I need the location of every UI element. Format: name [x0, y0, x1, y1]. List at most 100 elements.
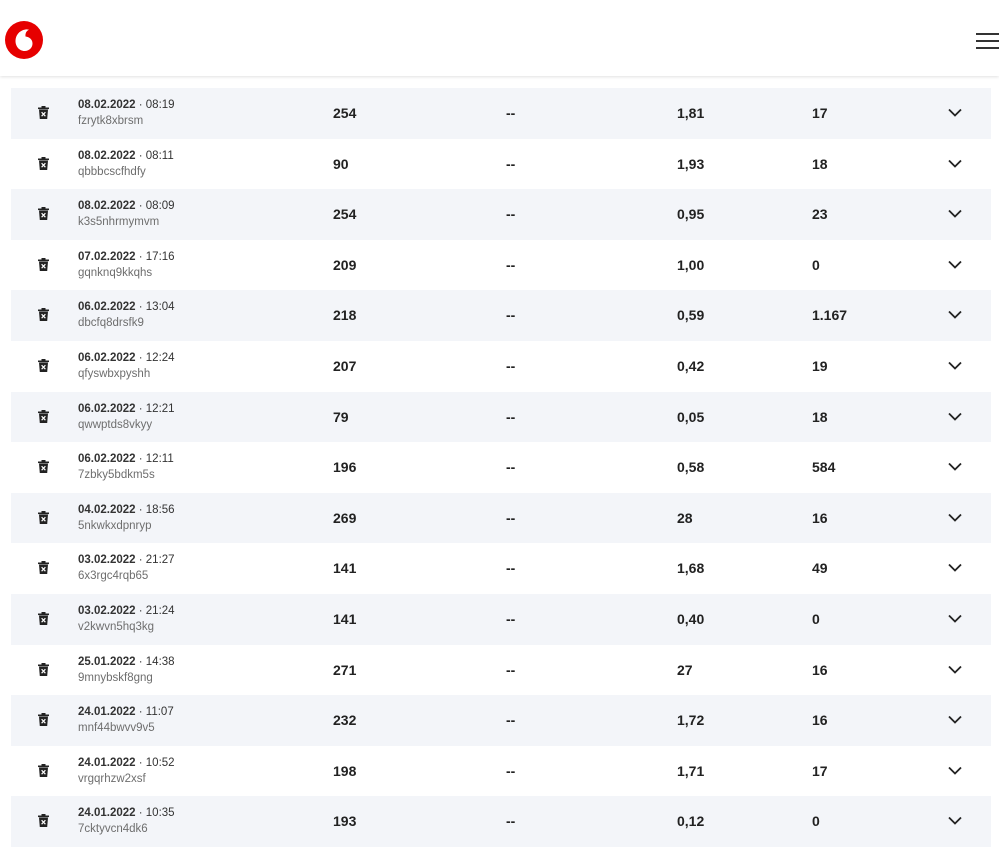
- row-time: · 08:11: [138, 149, 174, 162]
- row-value-4: 0: [812, 610, 820, 627]
- row-value-3: 0,40: [677, 610, 705, 627]
- list-item[interactable]: 03.02.2022 · 21:24 v2kwvn5hq3kg 141 -- 0…: [11, 593, 991, 645]
- row-value-1: 218: [333, 307, 357, 324]
- row-value-2: --: [506, 105, 516, 121]
- chevron-down-icon[interactable]: [948, 816, 962, 826]
- row-value-3: 1,72: [677, 712, 705, 729]
- row-time: · 10:35: [138, 807, 175, 820]
- list-item[interactable]: 08.02.2022 · 08:19 fzrytk8xbrsm 254 -- 1…: [11, 88, 991, 139]
- list-item[interactable]: 06.02.2022 · 12:21 qwwptds8vkyy 79 -- 0,…: [11, 391, 991, 443]
- row-date: 06.02.2022: [78, 351, 136, 364]
- row-code: qwwptds8vkyy: [78, 418, 153, 431]
- row-datetime: 06.02.2022 · 12:21: [78, 402, 175, 416]
- list-item[interactable]: 06.02.2022 · 13:04 dbcfq8drsfk9 218 -- 0…: [11, 290, 991, 341]
- row-value-1: 232: [333, 712, 357, 729]
- row-value-3: 0,58: [677, 459, 705, 476]
- row-time: · 08:09: [138, 200, 175, 213]
- list-item[interactable]: 08.02.2022 · 08:11 qbbbcscfhdfy 90 -- 1,…: [11, 139, 991, 190]
- row-value-2: --: [506, 155, 516, 172]
- chevron-down-icon[interactable]: [948, 159, 962, 168]
- chevron-down-icon[interactable]: [948, 766, 962, 775]
- row-code: vrgqrhzw2xsf: [78, 772, 146, 785]
- trash-icon[interactable]: [38, 713, 49, 727]
- chevron-down-icon[interactable]: [948, 614, 962, 623]
- list-item[interactable]: 04.02.2022 · 18:56 5nkwkxdpnryp 269 -- 2…: [11, 492, 991, 544]
- trash-icon[interactable]: [38, 409, 49, 423]
- row-datetime: 08.02.2022 · 08:09: [78, 199, 175, 213]
- row-value-1: 141: [333, 560, 357, 577]
- trash-icon[interactable]: [38, 662, 49, 676]
- row-date: 24.01.2022: [78, 807, 136, 820]
- trash-icon[interactable]: [38, 510, 49, 524]
- row-value-3: 1,00: [677, 256, 705, 273]
- row-value-2: --: [506, 307, 516, 324]
- row-value-3: 0,42: [677, 357, 705, 374]
- list-item[interactable]: 07.02.2022 · 17:16 gqnknq9kkqhs 209 -- 1…: [11, 240, 991, 291]
- row-datetime: 24.01.2022 · 11:07: [78, 705, 174, 719]
- row-value-1: 271: [333, 661, 357, 678]
- list-item[interactable]: 25.01.2022 · 14:38 9mnybskf8gng 271 -- 2…: [11, 645, 991, 696]
- chevron-down-icon[interactable]: [948, 361, 962, 370]
- chevron-down-icon[interactable]: [948, 462, 962, 471]
- list-item[interactable]: 06.02.2022 · 12:24 qfyswbxpyshh 207 -- 0…: [11, 341, 991, 392]
- chevron-down-icon[interactable]: [948, 715, 962, 724]
- list-item[interactable]: 03.02.2022 · 21:27 6x3rgc4rqb65 141 -- 1…: [11, 543, 991, 594]
- list-item[interactable]: 06.02.2022 · 12:11 7zbky5bdkm5s 196 -- 0…: [11, 442, 991, 493]
- row-value-4: 18: [812, 155, 828, 172]
- row-value-2: --: [506, 206, 516, 223]
- row-value-1: 269: [333, 509, 357, 526]
- chevron-down-icon[interactable]: [948, 513, 962, 522]
- row-datetime: 08.02.2022 · 08:19: [78, 98, 175, 112]
- row-date: 08.02.2022: [78, 200, 136, 213]
- row-value-3: 27: [677, 661, 693, 678]
- trash-icon[interactable]: [38, 257, 49, 271]
- row-value-4: 0: [812, 256, 820, 273]
- trash-icon[interactable]: [38, 814, 49, 828]
- row-date: 25.01.2022: [78, 655, 136, 668]
- row-datetime: 03.02.2022 · 21:24: [78, 604, 175, 618]
- row-date: 06.02.2022: [78, 402, 136, 415]
- row-value-4: 17: [812, 105, 828, 121]
- row-value-4: 584: [812, 459, 836, 476]
- trash-icon[interactable]: [38, 207, 49, 221]
- list-item[interactable]: 08.02.2022 · 08:09 k3s5nhrmymvm 254 -- 0…: [11, 189, 991, 240]
- row-code: 7zbky5bdkm5s: [78, 469, 155, 482]
- chevron-down-icon[interactable]: [948, 563, 962, 573]
- chevron-down-icon[interactable]: [948, 209, 962, 218]
- row-value-1: 196: [333, 459, 357, 476]
- hamburger-menu-icon[interactable]: [976, 33, 999, 50]
- chevron-down-icon[interactable]: [948, 108, 962, 117]
- list-item[interactable]: 24.01.2022 · 10:35 7cktyvcn4dk6 193 -- 0…: [11, 796, 991, 847]
- row-code: qbbbcscfhdfy: [78, 165, 146, 178]
- trash-icon[interactable]: [38, 611, 49, 625]
- row-code: 9mnybskf8gng: [78, 671, 153, 684]
- chevron-down-icon[interactable]: [948, 665, 962, 674]
- row-time: · 21:24: [138, 604, 175, 617]
- row-time: · 12:11: [138, 453, 174, 466]
- row-datetime: 06.02.2022 · 12:24: [78, 351, 175, 365]
- list-item[interactable]: 24.01.2022 · 11:07 mnf44bwvv9v5 232 -- 1…: [11, 695, 991, 746]
- trash-icon[interactable]: [38, 763, 49, 777]
- row-value-4: 18: [812, 408, 828, 425]
- trash-icon[interactable]: [38, 308, 49, 322]
- trash-icon[interactable]: [38, 156, 49, 170]
- chevron-down-icon[interactable]: [948, 310, 962, 320]
- chevron-down-icon[interactable]: [948, 260, 962, 269]
- hamburger-bar: [976, 33, 999, 35]
- row-value-2: --: [506, 610, 516, 627]
- trash-icon[interactable]: [38, 460, 49, 474]
- chevron-down-icon[interactable]: [948, 412, 962, 421]
- row-value-3: 0,95: [677, 206, 705, 223]
- list-item[interactable]: 24.01.2022 · 10:52 vrgqrhzw2xsf 198 -- 1…: [11, 746, 991, 797]
- trash-icon[interactable]: [38, 106, 49, 119]
- row-value-4: 17: [812, 762, 828, 779]
- vodafone-logo-icon[interactable]: [5, 21, 43, 59]
- row-code: 6x3rgc4rqb65: [78, 570, 149, 583]
- row-value-2: --: [506, 357, 516, 374]
- trash-icon[interactable]: [38, 358, 49, 372]
- row-datetime: 08.02.2022 · 08:11: [78, 149, 174, 163]
- row-time: · 12:24: [138, 351, 175, 364]
- row-date: 03.02.2022: [78, 604, 136, 617]
- trash-icon[interactable]: [38, 561, 49, 575]
- row-value-4: 19: [812, 357, 828, 374]
